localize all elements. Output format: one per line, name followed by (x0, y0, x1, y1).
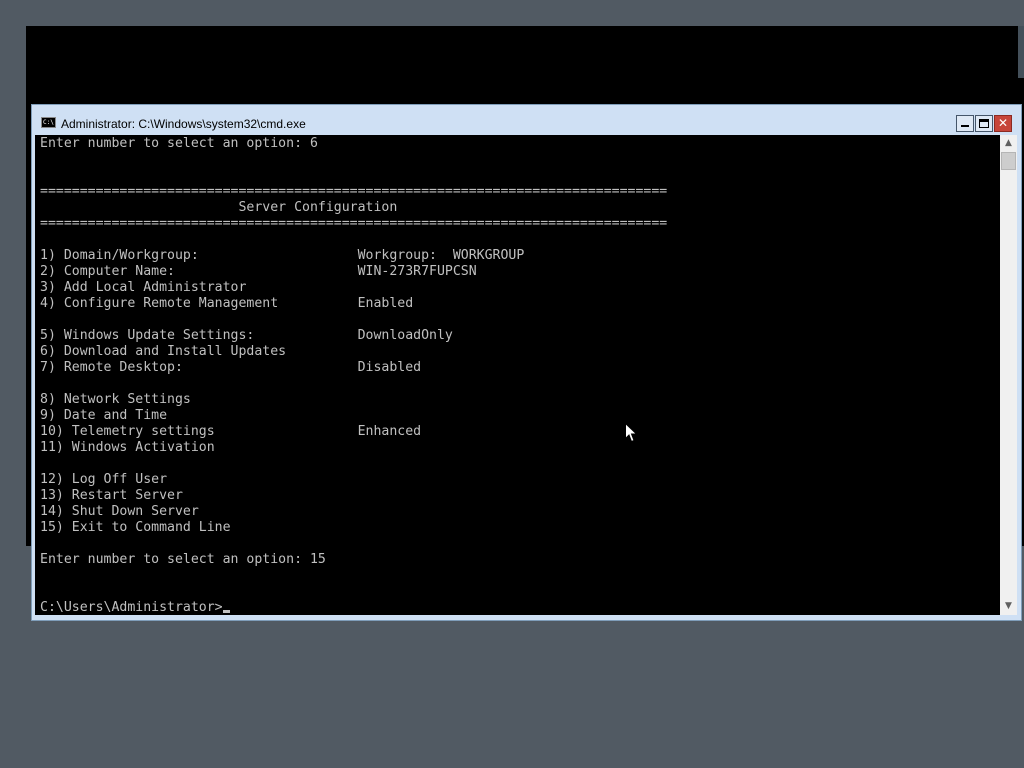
console-line-text: 8) Network Settings (40, 392, 191, 407)
console-line: 4) Configure Remote Management Enabled (40, 296, 667, 312)
maximize-icon (979, 119, 989, 128)
console-line: 6) Download and Install Updates (40, 344, 667, 360)
minimize-icon (961, 125, 969, 127)
console-line: 13) Restart Server (40, 488, 667, 504)
console-line-text: 5) Windows Update Settings: DownloadOnly (40, 328, 453, 343)
cmd-window[interactable]: C:\ Administrator: C:\Windows\system32\c… (31, 104, 1022, 621)
console-line: Enter number to select an option: 6 (40, 136, 667, 152)
console-line-text: 3) Add Local Administrator (40, 280, 247, 295)
scroll-down-icon[interactable]: ▼ (1000, 598, 1017, 615)
console-line-text: 10) Telemetry settings Enhanced (40, 424, 422, 439)
console-line: 1) Domain/Workgroup: Workgroup: WORKGROU… (40, 248, 667, 264)
console-line-text: 1) Domain/Workgroup: Workgroup: WORKGROU… (40, 248, 525, 263)
scroll-up-icon[interactable]: ▲ (1000, 135, 1017, 152)
maximize-button[interactable] (975, 115, 993, 132)
console-line-text: ========================================… (40, 184, 668, 199)
console-line-text: 12) Log Off User (40, 472, 168, 487)
background-window-edge (1018, 26, 1024, 78)
console-line: 8) Network Settings (40, 392, 667, 408)
console-line: 14) Shut Down Server (40, 504, 667, 520)
console-line-text: 13) Restart Server (40, 488, 183, 503)
console-line: 15) Exit to Command Line (40, 520, 667, 536)
console-line-text: Enter number to select an option: 15 (40, 552, 326, 567)
console-line: 12) Log Off User (40, 472, 667, 488)
console-line: ========================================… (40, 184, 667, 200)
window-title: Administrator: C:\Windows\system32\cmd.e… (61, 117, 306, 131)
console-line-text: 6) Download and Install Updates (40, 344, 287, 359)
console-line: 11) Windows Activation (40, 440, 667, 456)
vertical-scrollbar[interactable]: ▲ ▼ (1000, 135, 1017, 615)
command-prompt-line: C:\Users\Administrator> (40, 600, 667, 615)
console-line: 5) Windows Update Settings: DownloadOnly (40, 328, 667, 344)
console-line: Enter number to select an option: 15 (40, 552, 667, 568)
close-button[interactable]: ✕ (994, 115, 1012, 132)
console-line: Server Configuration (40, 200, 667, 216)
text-cursor (222, 610, 230, 613)
console-line-text: Server Configuration (40, 200, 398, 215)
console-lines: Enter number to select an option: 6 =====… (40, 136, 667, 615)
console-line: 9) Date and Time (40, 408, 667, 424)
console-line: 2) Computer Name: WIN-273R7FUPCSN (40, 264, 667, 280)
console-line-text: Enter number to select an option: 6 (40, 136, 318, 151)
console-line: 3) Add Local Administrator (40, 280, 667, 296)
console-line: ========================================… (40, 216, 667, 232)
console-line-text: C:\Users\Administrator> (40, 600, 223, 615)
console-line-text: 2) Computer Name: WIN-273R7FUPCSN (40, 264, 477, 279)
close-icon: ✕ (997, 116, 1009, 130)
console-line-text: 15) Exit to Command Line (40, 520, 231, 535)
console-line-text: 7) Remote Desktop: Disabled (40, 360, 422, 375)
minimize-button[interactable] (956, 115, 974, 132)
scroll-thumb[interactable] (1001, 152, 1016, 170)
console-line-text: 9) Date and Time (40, 408, 168, 423)
console-line: 7) Remote Desktop: Disabled (40, 360, 667, 376)
console-line-text: 11) Windows Activation (40, 440, 215, 455)
title-bar[interactable]: C:\ Administrator: C:\Windows\system32\c… (32, 105, 1021, 135)
console-line-text: 14) Shut Down Server (40, 504, 199, 519)
cmd-icon[interactable]: C:\ (41, 117, 56, 128)
console-line-text: 4) Configure Remote Management Enabled (40, 296, 414, 311)
console-output[interactable]: Enter number to select an option: 6 =====… (35, 135, 1000, 615)
console-line: 10) Telemetry settings Enhanced (40, 424, 667, 440)
mouse-pointer-icon (625, 423, 637, 443)
console-line-text: ========================================… (40, 216, 668, 231)
